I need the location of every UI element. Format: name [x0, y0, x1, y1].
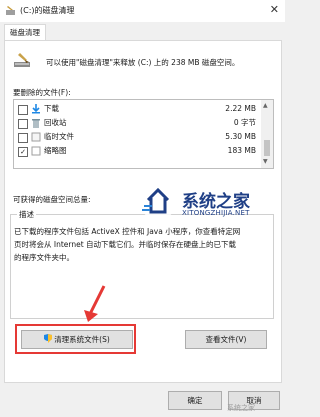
watermark-url: XITONGZHIJIA.NET	[182, 209, 250, 217]
disk-cleanup-icon	[6, 6, 15, 15]
scroll-up-icon[interactable]: ▲	[263, 102, 268, 109]
file-name: 缩略图	[44, 146, 67, 155]
checkbox-temp-files[interactable]	[18, 133, 28, 143]
scroll-thumb[interactable]	[264, 140, 270, 156]
list-scrollbar[interactable]: ▲ ▼	[261, 100, 273, 168]
intro-text: 可以使用"磁盘清理"来释放 (C:) 上的 238 MB 磁盘空间。	[46, 58, 240, 67]
list-item-temp-files[interactable]: 临时文件 5.30 MB	[14, 131, 260, 143]
file-name: 回收站	[44, 118, 67, 127]
description-legend: 描述	[17, 209, 36, 220]
file-size: 2.22 MB	[225, 104, 256, 113]
view-files-button[interactable]: 查看文件(V)	[185, 330, 267, 349]
close-icon[interactable]: ✕	[270, 3, 279, 16]
list-item-downloads[interactable]: 下载 2.22 MB	[14, 103, 260, 115]
thumbnails-icon	[31, 146, 41, 156]
broom-drive-icon	[14, 53, 30, 67]
clean-system-files-button[interactable]: 清理系统文件(S)	[21, 330, 133, 349]
scroll-down-icon[interactable]: ▼	[263, 158, 268, 165]
file-name: 下载	[44, 104, 59, 113]
recycle-bin-icon	[32, 119, 40, 128]
tab-disk-cleanup[interactable]: 磁盘清理	[4, 24, 46, 41]
checkbox-downloads[interactable]	[18, 105, 28, 115]
space-gain-label: 可获得的磁盘空间总量:	[13, 195, 91, 204]
file-size: 5.30 MB	[225, 132, 256, 141]
list-item-thumbnails[interactable]: ✓ 缩略图 183 MB	[14, 145, 260, 157]
window-title: (C:)的磁盘清理	[20, 6, 75, 15]
ok-button[interactable]: 确定	[168, 391, 222, 410]
files-to-delete-label: 要删除的文件(F):	[13, 88, 71, 97]
files-list[interactable]: 下载 2.22 MB 回收站 0 字节 临时文件 5.30 MB ✓ 缩略图 1…	[13, 99, 274, 169]
file-size: 0 字节	[233, 118, 256, 127]
clean-system-files-label: 清理系统文件(S)	[54, 335, 110, 344]
checkbox-thumbnails[interactable]: ✓	[18, 147, 28, 157]
watermark-badge: 系统之家	[227, 404, 255, 412]
annotation-arrow-icon	[84, 285, 106, 322]
checkbox-recycle-bin[interactable]	[18, 119, 28, 129]
title-bar: (C:)的磁盘清理 ✕	[0, 0, 285, 22]
list-item-recycle-bin[interactable]: 回收站 0 字节	[14, 117, 260, 129]
temp-files-icon	[31, 132, 41, 142]
shield-icon	[44, 334, 53, 343]
file-size: 183 MB	[227, 146, 256, 155]
download-icon	[32, 104, 40, 114]
file-name: 临时文件	[44, 132, 74, 141]
